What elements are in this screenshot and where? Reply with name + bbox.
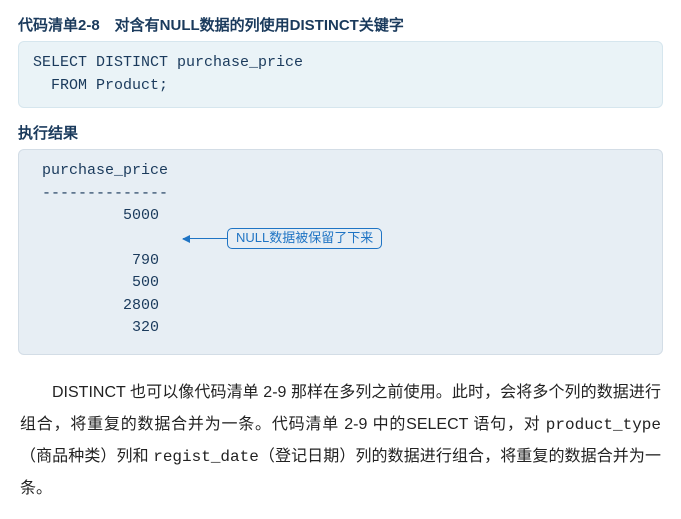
body-seg-2: （商品种类）列和 [20, 448, 153, 465]
result-row: 790 [33, 250, 648, 273]
result-column-header: purchase_price [33, 160, 648, 183]
result-title: 执行结果 [18, 122, 663, 143]
body-paragraph: DISTINCT 也可以像代码清单 2-9 那样在多列之前使用。此时，会将多个列… [18, 377, 663, 505]
result-block: purchase_price -------------- 5000 NULL数… [18, 149, 663, 355]
arrow-left-icon [183, 238, 227, 239]
body-mono-1: product_type [546, 416, 661, 434]
result-row: 2800 [33, 295, 648, 318]
code-line-1: SELECT DISTINCT purchase_price [33, 54, 303, 71]
result-divider: -------------- [33, 183, 648, 206]
result-row: 5000 [33, 205, 648, 228]
body-mono-2: regist_date [153, 448, 259, 466]
result-row: 320 [33, 317, 648, 340]
null-annotation-row: NULL数据被保留了下来 [33, 228, 648, 250]
listing-title: 代码清单2-8 对含有NULL数据的列使用DISTINCT关键字 [18, 14, 663, 35]
null-annotation-label: NULL数据被保留了下来 [227, 228, 382, 250]
code-line-2: FROM Product; [33, 77, 168, 94]
code-block: SELECT DISTINCT purchase_price FROM Prod… [18, 41, 663, 108]
result-row: 500 [33, 272, 648, 295]
